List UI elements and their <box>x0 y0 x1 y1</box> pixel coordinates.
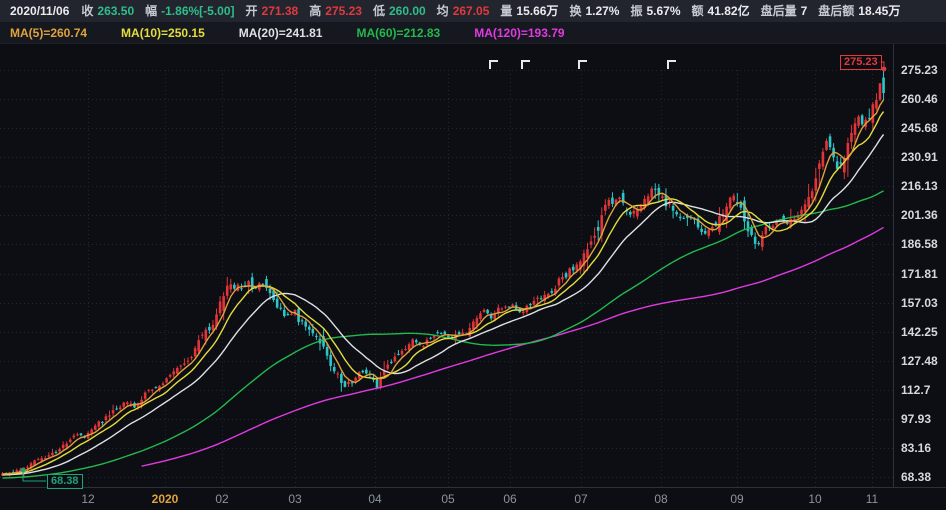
y-axis-label: 97.93 <box>901 411 946 427</box>
trade-date: 2020/11/06 <box>10 0 69 22</box>
candlestick-canvas[interactable] <box>0 44 946 510</box>
field-label: 盘后量 <box>761 0 797 22</box>
x-axis-label: 03 <box>273 490 317 508</box>
ma-legend-item: MA(10)=250.15 <box>121 22 205 44</box>
y-axis-label: 216.13 <box>901 178 946 194</box>
x-axis-label: 08 <box>639 490 683 508</box>
y-axis-label: 157.03 <box>901 295 946 311</box>
quote-field: 盘后额18.45万 <box>818 0 900 22</box>
field-label: 量 <box>500 0 512 22</box>
x-axis-label: 05 <box>426 490 470 508</box>
field-label: 低 <box>373 0 385 22</box>
field-label: 盘后额 <box>818 0 854 22</box>
y-axis-label: 245.68 <box>901 120 946 136</box>
quote-field: 额41.82亿 <box>692 0 750 22</box>
field-value: 260.00 <box>389 0 426 22</box>
event-corner-icon[interactable] <box>489 60 498 69</box>
ma-legend-item: MA(5)=260.74 <box>10 22 87 44</box>
x-axis-label: 10 <box>793 490 837 508</box>
x-axis-label: 06 <box>488 490 532 508</box>
ma-legend-bar: MA(5)=260.74 MA(10)=250.15 MA(20)=241.81 MA… <box>0 22 946 44</box>
y-axis-label: 171.81 <box>901 266 946 282</box>
y-axis-label: 275.23 <box>901 62 946 78</box>
x-axis-label: 09 <box>715 490 759 508</box>
y-axis-label: 68.38 <box>901 469 946 485</box>
quote-field: 换1.27% <box>569 0 619 22</box>
field-value: 1.27% <box>585 0 619 22</box>
y-axis-label: 112.7 <box>901 382 946 398</box>
quote-field: 盘后量7 <box>761 0 808 22</box>
info-bar: 2020/11/06 收263.50 幅-1.86%[-5.00] 开271.38 高… <box>0 0 946 22</box>
field-value: -1.86%[-5.00] <box>161 0 234 22</box>
ma-legend: MA(5)=260.74 MA(10)=250.15 MA(20)=241.81 MA… <box>10 22 599 44</box>
y-axis-label: 260.46 <box>901 91 946 107</box>
y-axis-label: 142.25 <box>901 324 946 340</box>
quote-field: 振5.67% <box>630 0 680 22</box>
field-value: 41.82亿 <box>708 0 750 22</box>
y-axis-label: 186.58 <box>901 236 946 252</box>
quote-field: 均267.05 <box>437 0 490 22</box>
quote-field: 高275.23 <box>309 0 362 22</box>
field-value: 271.38 <box>262 0 299 22</box>
event-corner-icon[interactable] <box>578 60 587 69</box>
field-value: 267.05 <box>453 0 490 22</box>
quote-field: 收263.50 <box>81 0 134 22</box>
quote-field: 幅-1.86%[-5.00] <box>145 0 234 22</box>
field-label: 高 <box>309 0 321 22</box>
quote-field: 量15.66万 <box>500 0 558 22</box>
ma-legend-item: MA(60)=212.83 <box>356 22 440 44</box>
x-axis-label: 07 <box>559 490 603 508</box>
field-value: 18.45万 <box>858 0 900 22</box>
x-axis-label: 11 <box>850 490 894 508</box>
stock-chart-app: 2020/11/06 收263.50 幅-1.86%[-5.00] 开271.38 高… <box>0 0 946 510</box>
y-axis-label: 201.36 <box>901 207 946 223</box>
x-axis-label: 2020 <box>143 490 187 508</box>
ma-legend-item: MA(20)=241.81 <box>239 22 323 44</box>
x-axis-label: 12 <box>66 490 110 508</box>
y-axis-label: 127.48 <box>901 353 946 369</box>
field-value: 15.66万 <box>516 0 558 22</box>
high-price-marker: 275.23 <box>840 55 882 70</box>
field-label: 换 <box>569 0 581 22</box>
field-value: 5.67% <box>647 0 681 22</box>
field-label: 收 <box>81 0 93 22</box>
event-corner-icon[interactable] <box>667 60 676 69</box>
ma-legend-item: MA(120)=193.79 <box>474 22 564 44</box>
field-label: 振 <box>630 0 642 22</box>
field-value: 275.23 <box>325 0 362 22</box>
y-axis-label: 83.16 <box>901 440 946 456</box>
field-label: 开 <box>246 0 258 22</box>
field-value: 263.50 <box>97 0 134 22</box>
event-corner-icon[interactable] <box>521 60 530 69</box>
quote-field: 低260.00 <box>373 0 426 22</box>
low-price-marker: 68.38 <box>47 474 83 489</box>
field-label: 额 <box>692 0 704 22</box>
field-value: 7 <box>801 0 808 22</box>
field-label: 幅 <box>145 0 157 22</box>
y-axis-label: 230.91 <box>901 149 946 165</box>
quote-fields: 收263.50 幅-1.86%[-5.00] 开271.38 高275.23 低260.… <box>81 0 911 22</box>
x-axis-label: 04 <box>353 490 397 508</box>
x-axis-label: 02 <box>200 490 244 508</box>
field-label: 均 <box>437 0 449 22</box>
quote-field: 开271.38 <box>246 0 299 22</box>
